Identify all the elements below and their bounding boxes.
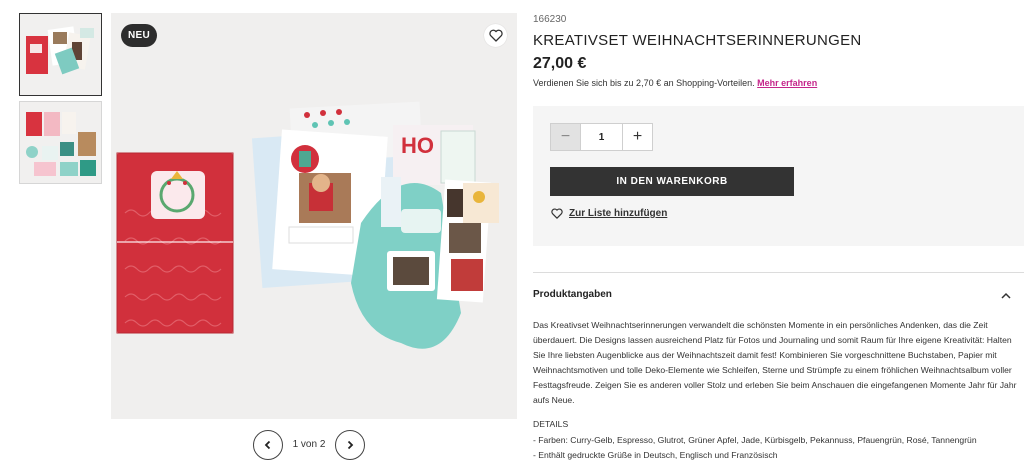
favorite-button[interactable] <box>484 24 507 47</box>
chevron-up-icon <box>1001 292 1011 299</box>
new-badge: NEU <box>121 24 157 47</box>
details-list: - Farben: Curry-Gelb, Espresso, Glutrot,… <box>533 433 977 463</box>
accordion-toggle[interactable] <box>1000 289 1012 301</box>
next-image-button[interactable] <box>335 429 365 460</box>
previous-image-button[interactable] <box>253 429 283 460</box>
decrease-quantity-button[interactable]: − <box>551 124 580 150</box>
rewards-text: Verdienen Sie sich bis zu 2,70 € an Shop… <box>533 78 755 88</box>
chevron-left-icon <box>264 440 271 449</box>
chevron-right-icon <box>347 440 354 449</box>
learn-more-link[interactable]: Mehr erfahren <box>757 78 817 88</box>
product-description: Das Kreativset Weihnachtserinnerungen ve… <box>533 320 1017 406</box>
product-price: 27,00 € <box>533 55 587 72</box>
main-product-image[interactable]: HO NEU <box>111 13 517 419</box>
heart-icon <box>551 208 563 219</box>
thumbnail-1[interactable] <box>19 13 102 96</box>
section-divider <box>533 272 1024 273</box>
add-to-cart-button[interactable]: IN DEN WARENKORB <box>550 167 794 196</box>
thumbnail-2-image <box>26 112 96 176</box>
quantity-stepper: − 1 + <box>550 123 653 151</box>
thumbnail-1-image <box>26 26 94 75</box>
thumbnail-2[interactable] <box>19 101 102 184</box>
gallery-pager: 1 von 2 <box>253 429 365 460</box>
heart-icon <box>488 29 503 42</box>
product-title: KREATIVSET WEIHNACHTSERINNERUNGEN <box>533 32 862 49</box>
product-sku: 166230 <box>533 14 567 25</box>
pager-status: 1 von 2 <box>292 439 326 450</box>
purchase-box: − 1 + IN DEN WARENKORB Zur Liste hinzufü… <box>533 106 1024 246</box>
product-details-accordion-title[interactable]: Produktangaben <box>533 289 612 300</box>
rewards-info: Verdienen Sie sich bis zu 2,70 € an Shop… <box>533 78 817 88</box>
quantity-input[interactable]: 1 <box>580 124 623 150</box>
details-heading: DETAILS <box>533 419 569 429</box>
add-to-list-link[interactable]: Zur Liste hinzufügen <box>551 208 667 219</box>
thumbnail-list <box>19 13 103 189</box>
details-item: - Enthält gedruckte Grüße in Deutsch, En… <box>533 450 778 461</box>
product-photo: HO <box>116 101 499 349</box>
svg-text:HO: HO <box>401 133 434 158</box>
details-item: - Farben: Curry-Gelb, Espresso, Glutrot,… <box>533 435 977 445</box>
increase-quantity-button[interactable]: + <box>623 124 652 150</box>
add-to-list-label: Zur Liste hinzufügen <box>569 208 668 219</box>
